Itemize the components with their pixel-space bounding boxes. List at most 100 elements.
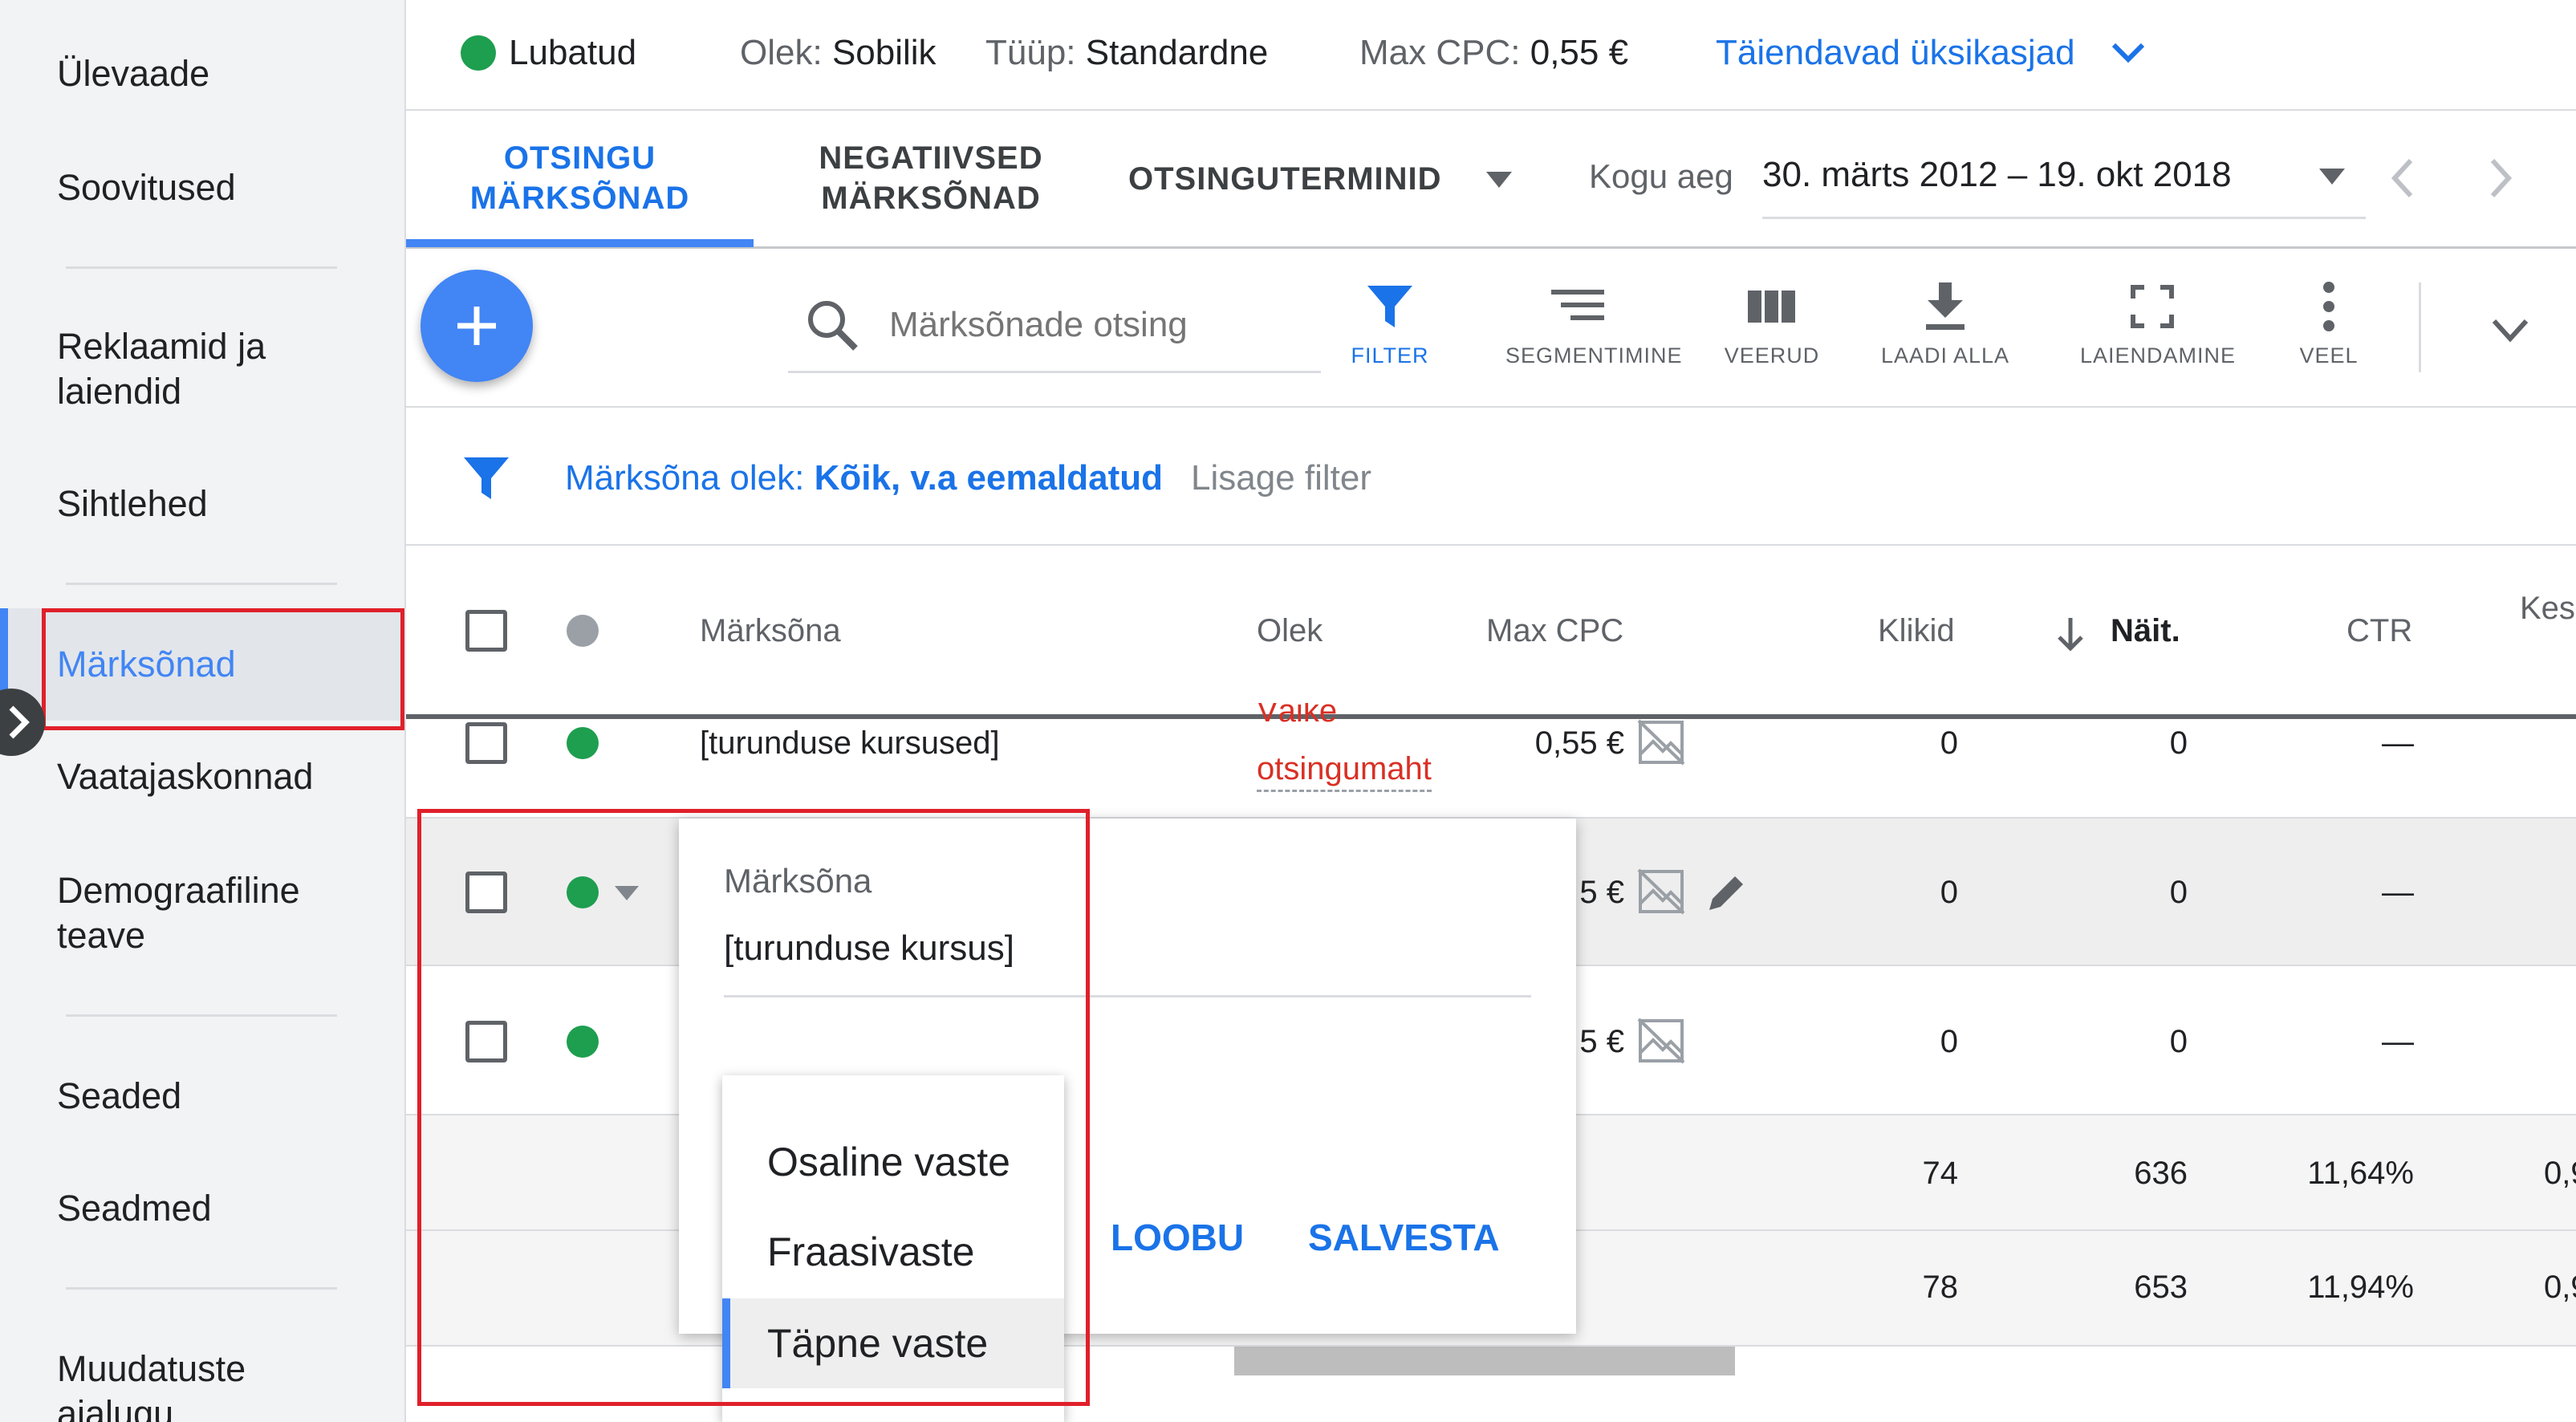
totals-impressions: 653 — [2134, 1270, 2188, 1305]
search-underline — [788, 371, 1321, 373]
popup-highlight-box — [417, 809, 1090, 1406]
columns-button[interactable]: VEERUD — [1700, 281, 1844, 368]
download-button[interactable]: LAADI ALLA — [1873, 281, 2017, 368]
totals-avg: 0,9 — [2544, 1270, 2576, 1305]
tab-label-line: NEGATIIVSED — [819, 140, 1043, 176]
download-icon — [1926, 282, 1965, 330]
row-status-top: Väike — [1257, 703, 1338, 727]
next-period-icon[interactable] — [2488, 157, 2513, 199]
totals-impressions: 636 — [2134, 1156, 2188, 1191]
status-value: Sobilik — [831, 33, 937, 72]
column-header-clicks[interactable]: Klikid — [1878, 608, 1955, 653]
ad-preview-unavailable-icon[interactable] — [1637, 1018, 1685, 1064]
status-state: Lubatud — [509, 33, 637, 72]
column-header-ctr[interactable]: CTR — [2346, 608, 2412, 653]
add-keyword-button[interactable] — [421, 270, 533, 382]
sidebar-item-ads-extensions[interactable]: Reklaamid ja laiendid — [57, 324, 346, 414]
sidebar-item-recommendations[interactable]: Soovitused — [57, 165, 236, 210]
row-clicks: 0 — [1940, 725, 1958, 761]
row-keyword[interactable]: [turunduse kursused] — [700, 722, 1000, 764]
tab-label-line: OTSINGU — [503, 140, 656, 176]
expand-label: LAIENDAMINE — [2080, 343, 2237, 368]
tab-negative-keywords[interactable]: NEGATIIVSED MÄRKSÕNAD — [786, 138, 1075, 218]
column-header-impressions[interactable]: Näit. — [2111, 608, 2180, 653]
sidebar-divider — [66, 583, 337, 585]
status-eligibility: Olek: Sobilik — [740, 30, 937, 75]
previous-period-icon[interactable] — [2390, 157, 2416, 199]
keyword-search-input[interactable] — [889, 297, 1314, 353]
status-enabled-icon — [461, 35, 496, 71]
search-icon — [808, 301, 858, 351]
max-cpc-value: 0,55 € — [1530, 33, 1629, 72]
select-all-checkbox[interactable] — [465, 610, 507, 652]
totals-ctr: 11,64% — [2307, 1156, 2414, 1191]
date-range-underline — [1762, 217, 2366, 219]
additional-details-link[interactable]: Täiendavad üksikasjad — [1716, 30, 2075, 75]
type-label: Tüüp: — [985, 33, 1076, 72]
row-impressions: 0 — [2169, 875, 2188, 910]
filter-label: FILTER — [1351, 343, 1429, 368]
tab-search-keywords[interactable]: OTSINGU MÄRKSÕNAD — [406, 138, 754, 218]
sidebar-item-audiences[interactable]: Vaatajaskonnad — [57, 754, 313, 799]
ad-preview-unavailable-icon[interactable] — [1637, 719, 1685, 766]
filter-button[interactable]: FILTER — [1318, 281, 1462, 368]
totals-avg: 0,9 — [2544, 1156, 2576, 1191]
row-ctr: — — [2382, 1024, 2414, 1059]
dropdown-arrow-icon[interactable] — [1485, 170, 1514, 189]
row-status-low-volume[interactable]: otsingumaht — [1257, 748, 1432, 792]
row-status-overflow: Väike — [1257, 703, 1337, 727]
column-header-keyword[interactable]: Märksõna — [700, 608, 841, 653]
status-column-icon — [567, 615, 599, 647]
type-info: Tüüp: Standardne — [985, 30, 1268, 75]
row-status-icon — [567, 727, 599, 759]
keywords-highlight-box — [42, 608, 404, 730]
sidebar-item-demographics[interactable]: Demograafiline teave — [57, 868, 346, 958]
tab-label-line: MÄRKSÕNAD — [821, 181, 1041, 216]
columns-label: VEERUD — [1724, 343, 1820, 368]
plus-icon — [457, 307, 496, 345]
column-header-avg[interactable]: Kes — [2520, 586, 2575, 631]
totals-ctr: 11,94% — [2307, 1270, 2414, 1305]
active-tab-indicator — [406, 239, 754, 247]
filter-chip[interactable]: Märksõna olek: Kõik, v.a eemaldatud — [565, 456, 1163, 501]
row-clicks: 0 — [1940, 875, 1958, 910]
segment-button[interactable]: SEGMENTIMINE — [1505, 281, 1683, 368]
sidebar-divider — [66, 1014, 337, 1017]
row-checkbox[interactable] — [465, 722, 507, 764]
row-clicks: 0 — [1940, 1024, 1958, 1059]
date-range-value[interactable]: 30. märts 2012 – 19. okt 2018 — [1762, 152, 2232, 197]
horizontal-scrollbar[interactable] — [1234, 1347, 1735, 1375]
expand-button[interactable]: LAIENDAMINE — [2080, 281, 2237, 368]
chevron-down-icon[interactable] — [2111, 40, 2146, 66]
cancel-button[interactable]: LOOBU — [1111, 1215, 1244, 1260]
chevron-right-icon — [9, 705, 30, 739]
chevron-down-icon[interactable] — [2491, 316, 2529, 343]
row-ctr: — — [2382, 875, 2414, 910]
max-cpc-label: Max CPC: — [1359, 33, 1521, 72]
more-label: VEEL — [2299, 343, 2359, 368]
add-filter-link[interactable]: Lisage filter — [1191, 456, 1371, 501]
sidebar-item-change-history[interactable]: Muudatuste ajalugu — [57, 1347, 346, 1422]
more-button[interactable]: VEEL — [2257, 281, 2401, 368]
segment-label: SEGMENTIMINE — [1505, 343, 1683, 368]
date-dropdown-icon[interactable] — [2318, 167, 2346, 186]
filter-icon — [1367, 286, 1412, 327]
download-label: LAADI ALLA — [1880, 343, 2010, 368]
sidebar-divider — [66, 1287, 337, 1290]
sort-descending-icon — [2058, 618, 2083, 652]
sidebar-item-landing-pages[interactable]: Sihtlehed — [57, 481, 208, 526]
edit-pencil-icon[interactable] — [1704, 870, 1749, 915]
column-header-status[interactable]: Olek — [1257, 608, 1323, 653]
sidebar-item-settings[interactable]: Seaded — [57, 1074, 181, 1119]
save-button[interactable]: SALVESTA — [1308, 1215, 1500, 1260]
filter-chip-prefix: Märksõna olek: — [565, 458, 805, 498]
tab-label-line: MÄRKSÕNAD — [469, 181, 690, 216]
fullscreen-icon — [2131, 285, 2174, 328]
sidebar-item-overview[interactable]: Ülevaade — [57, 51, 209, 96]
tab-search-terms[interactable]: OTSINGUTERMINID — [1128, 159, 1442, 199]
sidebar-item-devices[interactable]: Seadmed — [57, 1186, 212, 1231]
ad-preview-unavailable-icon[interactable] — [1637, 868, 1685, 915]
row-max-cpc: 0,55 € — [1534, 725, 1624, 761]
column-header-max-cpc[interactable]: Max CPC — [1486, 608, 1623, 653]
toolbar-divider — [2419, 282, 2421, 372]
